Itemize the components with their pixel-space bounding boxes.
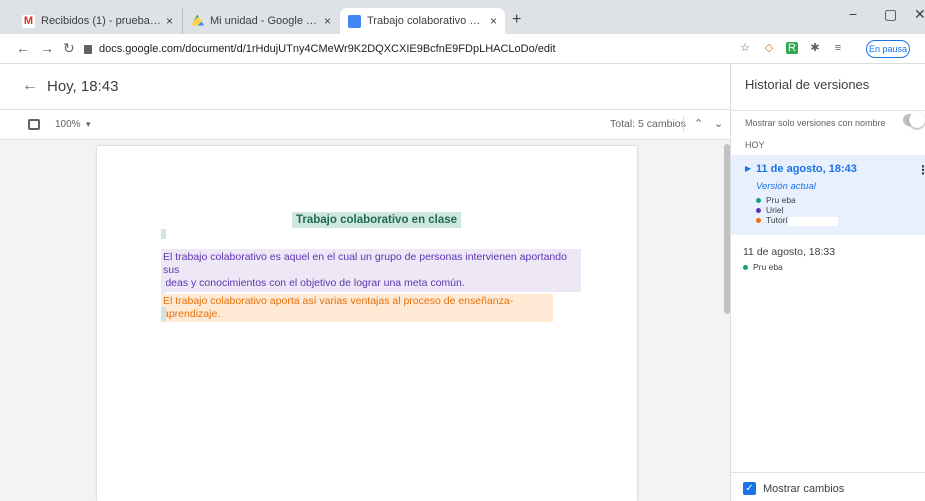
- tab-title: Recibidos (1) - prueba100820@: [41, 15, 162, 27]
- back-arrow-icon[interactable]: ←: [16, 40, 30, 56]
- close-window-button[interactable]: ✕: [914, 6, 925, 23]
- only-named-label: Mostrar solo versiones con nombre: [745, 118, 886, 128]
- divider: [731, 110, 925, 111]
- chevron-down-icon[interactable]: ▾: [86, 119, 91, 130]
- close-icon[interactable]: ×: [166, 14, 173, 28]
- author-color-dot: [756, 217, 761, 223]
- version-title: Hoy, 18:43: [47, 78, 119, 95]
- url-text: docs.google.com/document/d/1rHdujUTny4CM…: [99, 43, 556, 55]
- author-color-dot: [743, 264, 748, 270]
- section-header: HOY: [745, 140, 765, 150]
- extension-icon[interactable]: ◇: [763, 42, 775, 54]
- paragraph-2: El trabajo colaborativo aporta así varia…: [161, 294, 553, 322]
- more-options-icon[interactable]: ⋮: [917, 163, 925, 177]
- divider: [731, 472, 925, 473]
- current-version-label: Versión actual: [756, 181, 816, 192]
- close-icon[interactable]: ×: [324, 14, 331, 28]
- author-item: Pru eba: [756, 195, 796, 205]
- author-color-dot: [756, 207, 761, 213]
- only-named-toggle[interactable]: [903, 112, 925, 128]
- version-date: 11 de agosto, 18:33: [743, 246, 836, 258]
- reading-list-icon[interactable]: ≡: [832, 42, 844, 54]
- author-item: Pru eba: [743, 262, 783, 272]
- redaction: [788, 217, 838, 226]
- author-name: Pru eba: [753, 262, 783, 272]
- change-marker: [161, 307, 166, 321]
- sheets-extension-icon[interactable]: R: [786, 42, 798, 54]
- version-item-current[interactable]: ▶ 11 de agosto, 18:43 ⋮ Versión actual P…: [731, 155, 925, 235]
- show-changes-checkbox[interactable]: ✓: [743, 482, 756, 495]
- author-color-dot: [756, 197, 761, 203]
- puzzle-icon[interactable]: ✱: [809, 42, 821, 54]
- back-arrow-icon[interactable]: ←: [22, 77, 38, 95]
- show-changes-label: Mostrar cambios: [763, 483, 845, 495]
- new-tab-button[interactable]: +: [512, 11, 521, 29]
- tab-title: Mi unidad - Google Drive: [210, 15, 320, 27]
- document-canvas: Trabajo colaborativo en clase El trabajo…: [0, 140, 730, 501]
- sync-paused-button[interactable]: En pausa: [866, 40, 910, 58]
- tab-gmail[interactable]: M Recibidos (1) - prueba100820@ ×: [14, 8, 181, 34]
- expand-triangle-icon[interactable]: ▶: [745, 164, 751, 173]
- tab-docs[interactable]: Trabajo colaborativo en clase - D ×: [340, 8, 505, 34]
- panel-title: Historial de versiones: [745, 77, 870, 92]
- reload-icon[interactable]: ↻: [63, 40, 75, 57]
- paragraph-1: El trabajo colaborativo es aquel en el c…: [161, 249, 581, 292]
- change-marker: [161, 276, 166, 294]
- document-page: Trabajo colaborativo en clase El trabajo…: [97, 146, 637, 501]
- gmail-icon: M: [22, 14, 35, 28]
- forward-arrow-icon[interactable]: →: [40, 40, 54, 56]
- minimize-button[interactable]: −: [849, 6, 857, 22]
- close-icon[interactable]: ×: [490, 14, 497, 28]
- author-name: Pru eba: [766, 195, 796, 205]
- print-icon[interactable]: [28, 119, 40, 130]
- tab-title: Trabajo colaborativo en clase - D: [367, 15, 486, 27]
- change-marker: [161, 229, 166, 239]
- next-change-icon[interactable]: ⌄: [714, 117, 723, 130]
- version-header: ← Hoy, 18:43: [0, 64, 730, 110]
- tab-drive[interactable]: Mi unidad - Google Drive ×: [182, 8, 339, 34]
- docs-icon: [348, 14, 361, 28]
- address-bar: ← → ↻ docs.google.com/document/d/1rHdujU…: [0, 34, 925, 64]
- toolbar: 100% ▾ Total: 5 cambios ⌃ ⌄: [0, 110, 730, 140]
- paragraph-1-line-2: ideas y conocimientos con el objetivo de…: [163, 277, 465, 289]
- paragraph-1-line-1: El trabajo colaborativo es aquel en el c…: [163, 251, 567, 276]
- version-item[interactable]: 11 de agosto, 18:33 Pru eba: [731, 240, 925, 280]
- url-field[interactable]: docs.google.com/document/d/1rHdujUTny4CM…: [84, 38, 724, 60]
- previous-change-icon[interactable]: ⌃: [694, 117, 703, 130]
- document-title: Trabajo colaborativo en clase: [292, 212, 462, 228]
- star-icon[interactable]: ☆: [739, 42, 751, 54]
- version-history-panel: Historial de versiones Mostrar solo vers…: [731, 64, 925, 501]
- tab-strip: M Recibidos (1) - prueba100820@ × Mi uni…: [0, 0, 925, 34]
- version-date: 11 de agosto, 18:43: [756, 163, 857, 175]
- lock-icon: [84, 44, 92, 54]
- maximize-button[interactable]: ▢: [884, 6, 897, 23]
- author-item: Uriel: [756, 205, 783, 215]
- author-name: Uriel: [766, 205, 784, 215]
- drive-icon: [191, 14, 204, 26]
- divider: [683, 116, 684, 132]
- zoom-select[interactable]: 100%: [55, 119, 81, 130]
- total-changes: Total: 5 cambios: [610, 118, 686, 130]
